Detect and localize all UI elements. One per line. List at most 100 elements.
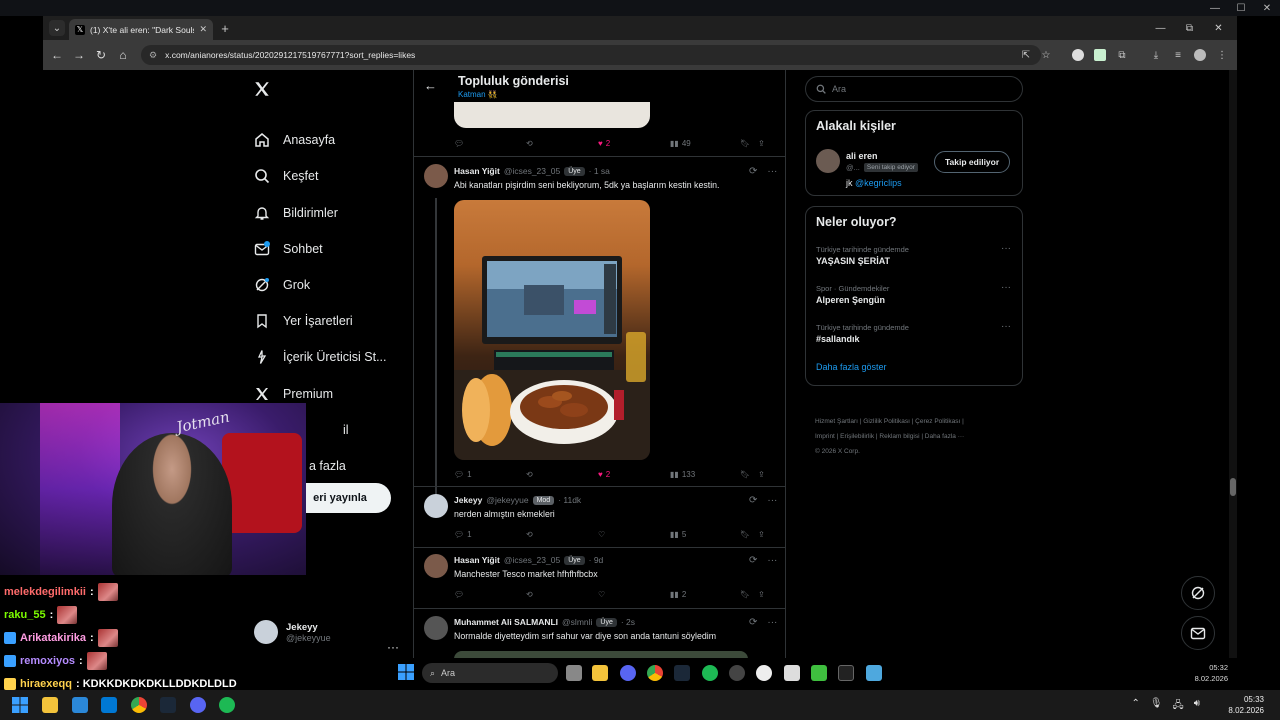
steam-icon[interactable] [674, 665, 690, 681]
avatar[interactable] [424, 164, 448, 188]
views-button[interactable]: ▮▮ 133 [670, 470, 740, 479]
minimize-button[interactable]: — [1146, 16, 1175, 40]
task-view-icon[interactable] [566, 665, 582, 681]
steam-icon[interactable] [160, 697, 176, 713]
taskbar-search[interactable]: ⌕ Ara [422, 663, 558, 683]
reply-icon[interactable]: 💬︎ [454, 139, 526, 148]
show-more-link[interactable]: Daha fazla göster [816, 362, 887, 372]
reload-icon[interactable]: ↻ [93, 47, 109, 63]
author-handle[interactable]: @icses_23_05 [504, 166, 560, 176]
tray-overflow-icon[interactable]: ⌃ [1131, 698, 1139, 715]
reply-button[interactable]: 💬︎ 1 [454, 530, 526, 539]
close-button[interactable]: ✕ [1204, 16, 1233, 40]
site-info-icon[interactable]: ⚙ [149, 50, 157, 61]
volume-icon[interactable]: 🔊︎ [1194, 698, 1200, 715]
author-name[interactable]: Jekeyy [454, 495, 482, 505]
file-explorer-icon[interactable] [592, 665, 608, 681]
messages-fab-button[interactable] [1181, 616, 1215, 650]
app-icon[interactable] [729, 665, 745, 681]
following-button[interactable]: Takip ediliyor [934, 151, 1011, 173]
search-input[interactable]: Ara [805, 76, 1023, 102]
author-handle[interactable]: @jekeyyue [486, 495, 528, 505]
epic-games-icon[interactable] [838, 665, 854, 681]
more-icon[interactable]: ··· [767, 555, 777, 566]
avatar[interactable] [424, 494, 448, 518]
bio-link[interactable]: @kegriclips [855, 178, 902, 188]
x-logo-icon[interactable] [253, 80, 273, 100]
views-button[interactable]: ▮▮ 49 [670, 139, 740, 148]
author-name[interactable]: Hasan Yiğit [454, 166, 500, 176]
grok-explain-icon[interactable]: ⟳ [749, 617, 757, 628]
extensions-puzzle-icon[interactable]: ⧉ [1115, 48, 1129, 62]
nav-explore[interactable]: Keşfet [253, 164, 318, 188]
spotify-icon[interactable] [219, 697, 235, 713]
trend-more-icon[interactable]: ··· [1001, 321, 1011, 332]
bookmark-icon[interactable]: 🔖︎ [740, 530, 758, 539]
nav-notifications[interactable]: Bildirimler [253, 201, 338, 225]
views-button[interactable]: ▮▮ 2 [670, 590, 740, 599]
download-icon[interactable]: ⤓ [1149, 48, 1163, 62]
author-handle[interactable]: @icses_23_05 [504, 555, 560, 565]
post-image[interactable] [454, 651, 748, 658]
file-explorer-icon[interactable] [42, 697, 58, 713]
bookmark-icon[interactable]: 🔖︎ [740, 139, 758, 148]
post-time[interactable]: · 1 sa [589, 166, 610, 176]
home-icon[interactable]: ⌂ [115, 47, 131, 63]
discord-icon[interactable] [620, 665, 636, 681]
new-tab-button[interactable]: + [217, 20, 233, 36]
network-icon[interactable]: 🖧︎ [1173, 698, 1184, 715]
like-icon[interactable]: ♡ [598, 590, 670, 599]
nav-grok[interactable]: Grok [253, 273, 310, 297]
community-name[interactable]: Katman 👯 [458, 90, 498, 99]
nav-bookmarks[interactable]: Yer İşaretleri [253, 309, 353, 333]
share-icon[interactable]: ⇪ [758, 590, 765, 599]
windows-start-icon[interactable] [398, 664, 414, 680]
share-icon[interactable]: ⇪ [758, 470, 765, 479]
more-icon[interactable]: ··· [767, 617, 777, 628]
os-clock[interactable]: 05:33 8.02.2026 [1228, 694, 1264, 716]
account-more-icon[interactable]: ··· [387, 640, 399, 654]
desktop-minimize-button[interactable]: — [1202, 0, 1228, 16]
restore-button[interactable]: ⧉ [1175, 16, 1204, 40]
menu-icon[interactable]: ⋮ [1215, 48, 1229, 62]
nav-profile[interactable]: il [343, 418, 349, 442]
previous-post-media[interactable] [454, 102, 650, 128]
nav-chat[interactable]: Sohbet [253, 237, 323, 261]
bookmark-star-icon[interactable]: ☆ [1039, 48, 1053, 62]
avatar[interactable] [816, 149, 840, 173]
account-switcher[interactable]: Jekeyy @jekeyyue [254, 617, 404, 647]
more-icon[interactable]: ··· [767, 495, 777, 506]
related-name[interactable]: ali eren [846, 151, 878, 161]
app-icon[interactable] [811, 665, 827, 681]
avatar[interactable] [424, 616, 448, 640]
unreal-icon[interactable] [756, 665, 772, 681]
tab-search-button[interactable]: ⌄ [49, 20, 65, 36]
windows-start-icon[interactable] [12, 697, 28, 713]
extension-2-icon[interactable] [1093, 48, 1107, 62]
chrome-icon[interactable] [131, 697, 147, 713]
author-name[interactable]: Muhammet Ali SALMANLI [454, 617, 558, 627]
reply-icon[interactable]: 💬︎ [454, 590, 526, 599]
repost-icon[interactable]: ⟲ [526, 139, 598, 148]
back-arrow-icon[interactable]: ← [424, 78, 437, 93]
trend-item[interactable]: Türkiye tarihinde gündemde YAŞASIN ŞERİA… [816, 245, 1012, 266]
app-icon[interactable] [784, 665, 800, 681]
like-icon[interactable]: ♡ [598, 530, 670, 539]
nav-more[interactable]: a fazla [309, 454, 346, 478]
bookmark-icon[interactable]: 🔖︎ [740, 590, 758, 599]
more-icon[interactable]: ··· [767, 166, 777, 177]
related-handle[interactable]: @... [846, 163, 860, 172]
page-scrollbar[interactable] [1229, 70, 1237, 658]
like-button[interactable]: ♥ 2 [598, 470, 670, 479]
tab-close-icon[interactable]: ✕ [199, 24, 207, 35]
extension-1-icon[interactable] [1071, 48, 1085, 62]
desktop-maximize-button[interactable]: ☐ [1228, 0, 1254, 16]
post-time[interactable]: · 9d [589, 555, 604, 565]
microphone-icon[interactable]: 🎙︎ [1150, 698, 1163, 715]
avatar[interactable] [424, 554, 448, 578]
nav-creator-studio[interactable]: İçerik Üreticisi St... [253, 345, 387, 369]
author-handle[interactable]: @slmnli [562, 617, 592, 627]
scroll-thumb[interactable] [1230, 478, 1236, 496]
share-icon[interactable]: ⇪ [758, 530, 765, 539]
grok-explain-icon[interactable]: ⟳ [749, 555, 757, 566]
